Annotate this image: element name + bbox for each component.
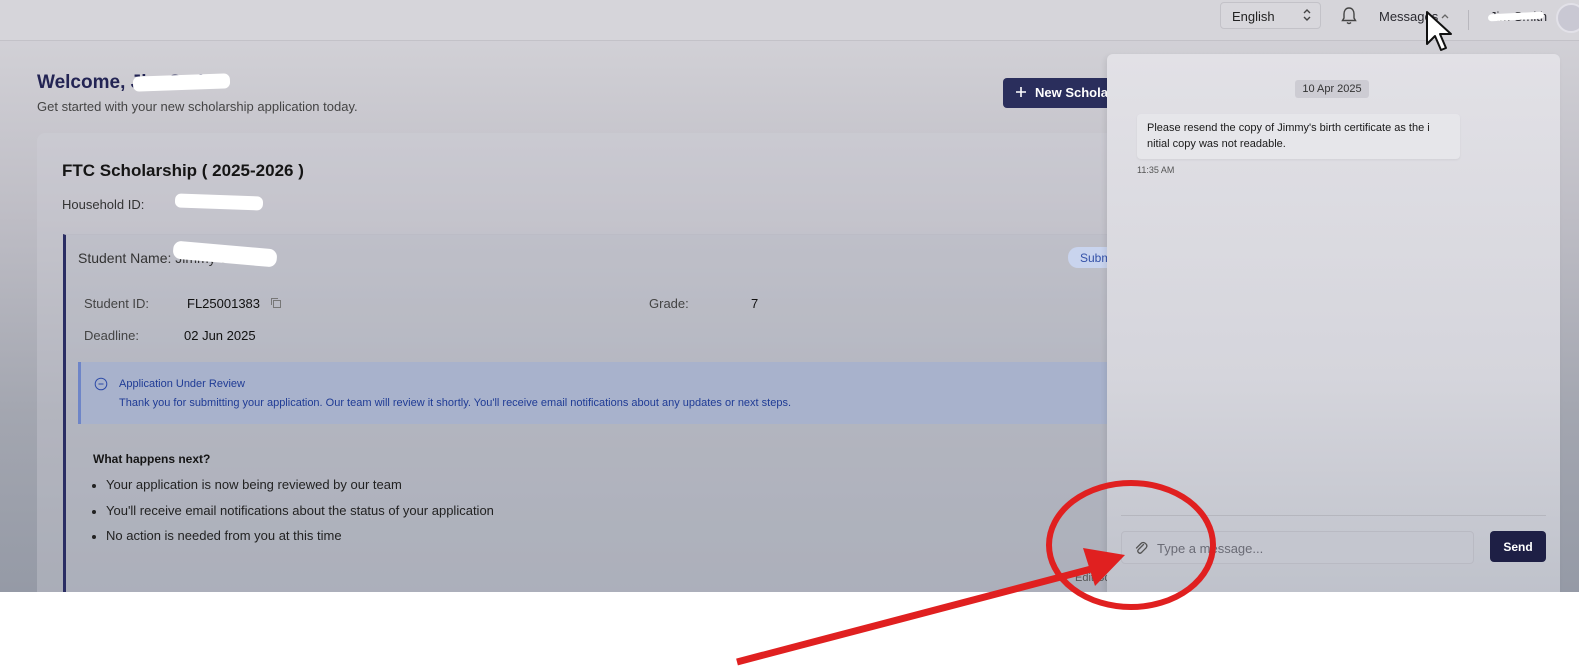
list-item: No action is needed from you at this tim… (92, 528, 342, 543)
student-id-label: Student ID: (84, 296, 150, 311)
paperclip-icon[interactable] (1134, 540, 1148, 556)
send-button[interactable]: Send (1490, 531, 1546, 562)
topbar-divider (1468, 10, 1469, 30)
scholarship-title: FTC Scholarship ( 2025-2026 ) (62, 161, 304, 180)
student-id-value: FL25001383 (187, 296, 261, 311)
language-select[interactable]: English (1220, 2, 1321, 29)
message-text-line: nitial copy was not readable. (1147, 138, 1286, 150)
list-item-text: You'll receive email notifications about… (106, 503, 494, 518)
list-item-text: No action is needed from you at this tim… (106, 528, 342, 543)
next-steps-title: What happens next? (93, 452, 211, 466)
message-timestamp: 11:35 AM (1137, 165, 1175, 175)
household-id-label: Household ID: (62, 197, 145, 212)
list-item: You'll receive email notifications about… (92, 503, 494, 518)
page-subtitle: Get started with your new scholarship ap… (37, 99, 358, 114)
message-input[interactable] (1157, 537, 1457, 559)
alert-body: Thank you for submitting your applicatio… (119, 397, 792, 409)
message-input-wrapper[interactable] (1121, 531, 1474, 564)
bell-icon[interactable] (1340, 6, 1358, 26)
mouse-cursor-icon (1426, 11, 1452, 51)
language-select-value: English (1232, 9, 1275, 24)
info-icon (94, 377, 108, 391)
select-chevrons-icon (1303, 9, 1311, 21)
alert-title: Application Under Review (119, 378, 245, 390)
deadline-value: 02 Jun 2025 (184, 328, 256, 343)
grade-label: Grade: (649, 296, 689, 311)
grade-value: 7 (751, 296, 759, 311)
panel-divider (1121, 515, 1546, 516)
copy-icon[interactable] (270, 297, 282, 309)
top-bar: English Messages Jim Smith (0, 0, 1579, 41)
plus-icon (1016, 87, 1026, 97)
deadline-label: Deadline: (84, 328, 139, 343)
app-screen: English Messages Jim Smith Welcome, Jim … (0, 0, 1579, 592)
message-bubble: Please resend the copy of Jimmy's birth … (1137, 114, 1460, 159)
avatar[interactable] (1556, 3, 1579, 33)
list-item-text: Your application is now being reviewed b… (106, 477, 402, 492)
list-item: Your application is now being reviewed b… (92, 477, 402, 492)
review-alert (78, 362, 1137, 424)
message-text-line: Please resend the copy of Jimmy's birth … (1147, 122, 1430, 134)
date-chip: 10 Apr 2025 (1295, 80, 1369, 98)
